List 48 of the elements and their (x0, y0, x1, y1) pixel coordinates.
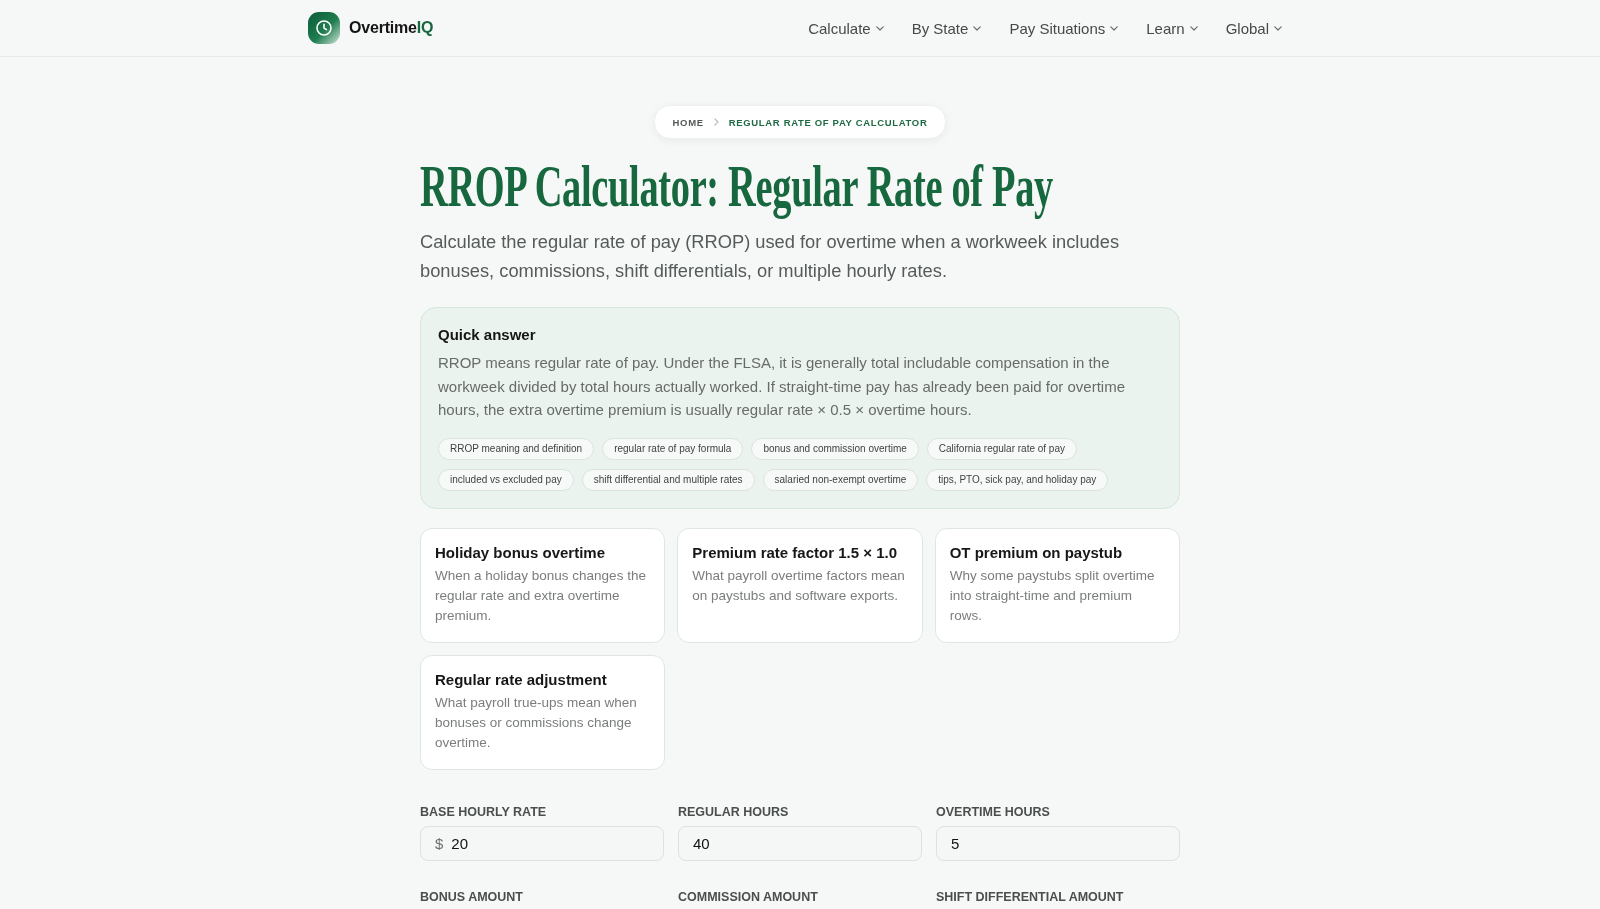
clock-logo-icon[interactable] (308, 12, 340, 44)
card-title: Holiday bonus overtime (435, 542, 607, 563)
page-title: RROP Calculator: Regular Rate of Pay (420, 153, 1053, 219)
field-label: OVERTIME HOURS (936, 803, 1051, 820)
breadcrumb-link[interactable]: HOME (672, 116, 704, 128)
breadcrumb-current-page: REGULAR RATE OF PAY CALCULATOR (728, 116, 928, 128)
intro-text: Calculate the regular rate of pay (RROP) used for overtime when a workweek includes bonuses, commissions, shift differentials, or multiple hourly rates. (420, 230, 1121, 283)
topic-chip[interactable]: salaried non-exempt overtime (762, 468, 919, 491)
guide-card[interactable]: Premium rate factor 1.5 × 1.0 What payroll overtime factors mean on paystubs and software exports. (677, 527, 923, 643)
topic-chip[interactable]: included vs excluded pay (438, 468, 574, 491)
topic-chip[interactable]: shift differential and multiple rates (581, 468, 755, 491)
nav-menu-button[interactable]: Pay Situations (1009, 19, 1119, 37)
chevron-right-icon (713, 118, 719, 126)
nav-menu-button[interactable]: By State (911, 19, 982, 37)
input-field[interactable]: $ 20 (420, 825, 664, 861)
chevron-down-icon (1110, 25, 1119, 31)
card-text: What payroll overtime factors mean on paystubs and software exports. (692, 566, 906, 605)
field-label: BASE HOURLY RATE (420, 803, 548, 820)
chevron-down-icon (1274, 25, 1282, 31)
input-field[interactable]: 5 (936, 825, 1180, 861)
card-text: Why some paystubs split overtime into straight-time and premium rows. (949, 566, 1156, 625)
guide-card[interactable]: OT premium on paystub Why some paystubs split overtime into straight-time and premium rows. (934, 527, 1180, 643)
topic-chip[interactable]: RROP meaning and definition (438, 437, 595, 460)
chevron-down-icon (1189, 25, 1198, 31)
nav-menu-button[interactable]: Global (1225, 19, 1282, 37)
input-field[interactable]: 40 (678, 825, 922, 861)
card-text: What payroll true-ups mean when bonuses or commissions change overtime. (435, 693, 638, 752)
topic-chip[interactable]: regular rate of pay formula (602, 437, 744, 460)
field-label: REGULAR HOURS (678, 803, 790, 820)
quick-answer-heading: Quick answer (438, 325, 537, 345)
field-label: BONUS AMOUNT (420, 888, 524, 905)
nav-menu-button[interactable]: Calculate (808, 19, 884, 37)
topic-chip[interactable]: bonus and commission overtime (751, 437, 919, 460)
brand-name[interactable]: OvertimeIQ (349, 19, 434, 37)
chevron-down-icon (973, 25, 982, 31)
topic-chip[interactable]: tips, PTO, sick pay, and holiday pay (926, 468, 1109, 491)
field-label: COMMISSION AMOUNT (678, 888, 819, 905)
guide-card[interactable]: Holiday bonus overtime When a holiday bonus changes the regular rate and extra overtime premium. (420, 527, 666, 643)
card-title: Premium rate factor 1.5 × 1.0 (692, 542, 898, 563)
quick-answer-text: RROP means regular rate of pay. Under the FLSA, it is generally total includable compensation in the workweek divided by total hours actually worked. If straight-time pay has already been paid for overtime hours, the extra overtime premium is usually regular rate × 0.5 × overtime hours. (438, 353, 1126, 420)
topic-chip[interactable]: California regular rate of pay (926, 437, 1077, 460)
chevron-down-icon (875, 25, 884, 31)
card-text: When a holiday bonus changes the regular rate and extra overtime premium. (435, 566, 647, 625)
nav-menu-button[interactable]: Learn (1146, 19, 1198, 37)
card-title: Regular rate adjustment (435, 669, 608, 690)
card-title: OT premium on paystub (949, 542, 1124, 563)
guide-card[interactable]: Regular rate adjustment What payroll true-ups mean when bonuses or commissions change overtime. (420, 654, 666, 770)
field-label: SHIFT DIFFERENTIAL AMOUNT (936, 888, 1125, 905)
